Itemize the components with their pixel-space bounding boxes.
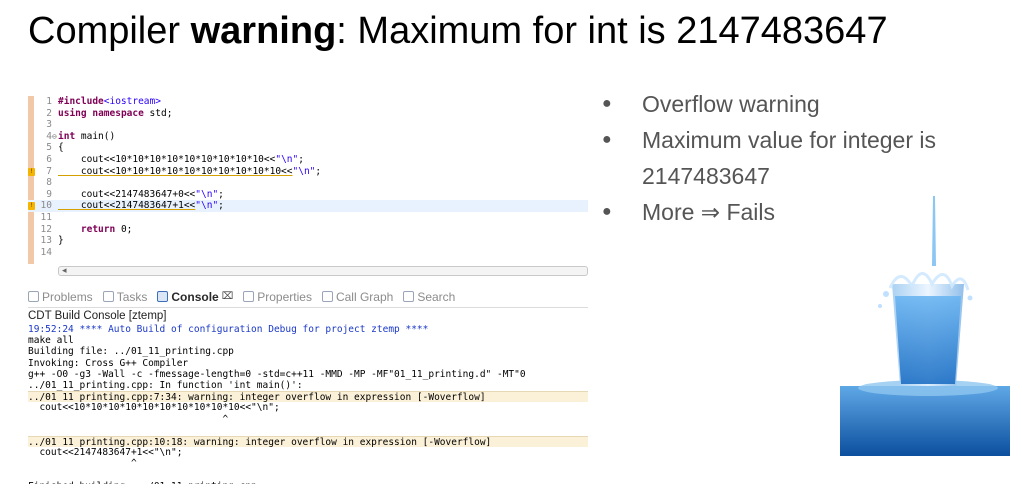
- code-line[interactable]: 10! cout<<2147483647+1<<"\n";: [28, 200, 588, 212]
- tasks-icon: [102, 291, 114, 302]
- tab-console-label: Console: [171, 289, 219, 304]
- code-text: cout<<10*10*10*10*10*10*10*10*10*10<<"\n…: [58, 165, 322, 177]
- tab-search[interactable]: Search: [403, 290, 455, 304]
- warning-icon[interactable]: !: [28, 167, 35, 176]
- code-line[interactable]: 6 cout<<10*10*10*10*10*10*10*10*10<<"\n"…: [28, 154, 588, 166]
- code-line[interactable]: 2 using namespace std;: [28, 108, 588, 120]
- line-number: 6: [46, 154, 52, 165]
- console-line: ../01_11_printing.cpp:10:18: warning: in…: [28, 435, 588, 448]
- water-glass-illustration: [840, 196, 1010, 456]
- code-text: cout<<2147483647+1<<"\n";: [58, 200, 224, 212]
- console-line: 19:52:24 **** Auto Build of configuratio…: [28, 324, 429, 335]
- console-line: Invoking: Cross G++ Compiler: [28, 357, 189, 369]
- code-line[interactable]: 13}: [28, 235, 588, 247]
- tab-properties[interactable]: Properties: [243, 290, 312, 304]
- tab-properties-label: Properties: [257, 289, 312, 304]
- console-line: cout<<10*10*10*10*10*10*10*10*10*10<<"\n…: [28, 402, 280, 414]
- code-line[interactable]: 1 #include<iostream>: [28, 96, 588, 108]
- line-number: 7: [46, 165, 52, 177]
- slide-title: Compiler warning: Maximum for int is 214…: [28, 10, 888, 53]
- scroll-left-icon[interactable]: ◂: [62, 265, 67, 276]
- title-bold: warning: [190, 10, 337, 52]
- console-icon: [157, 291, 169, 302]
- search-icon: [403, 291, 415, 302]
- line-number: 13: [40, 235, 52, 247]
- code-line[interactable]: 9 cout<<2147483647+0<<"\n";: [28, 189, 588, 201]
- horizontal-scrollbar[interactable]: ◂: [58, 265, 588, 276]
- line-number: 5: [46, 142, 52, 154]
- code-text: cout<<10*10*10*10*10*10*10*10*10<<"\n";: [58, 154, 304, 165]
- line-number: 11: [40, 212, 52, 223]
- code-editor[interactable]: 1 #include<iostream> 2 using namespace std;…: [28, 96, 588, 264]
- line-number: 1: [46, 96, 52, 107]
- code-line[interactable]: 4 ⊖ int main(): [28, 131, 588, 143]
- title-suffix: : Maximum for int is 2147483647: [336, 10, 888, 52]
- bullet-item: Maximum value for integer is 2147483647: [600, 122, 1010, 194]
- code-text: using namespace std;: [58, 107, 173, 119]
- problems-icon: [28, 291, 39, 302]
- console-line: ^: [28, 413, 229, 425]
- code-line[interactable]: 14: [28, 247, 588, 259]
- console-line: ../01_11_printing.cpp: In function 'int …: [28, 379, 303, 391]
- console-line: Building file: ../01_11_printing.cpp: [28, 346, 234, 358]
- code-line[interactable]: 5{: [28, 142, 588, 154]
- tab-search-label: Search: [417, 289, 456, 304]
- tab-tasks-label: Tasks: [116, 289, 148, 304]
- line-number: 4: [46, 130, 52, 142]
- line-number: 2: [46, 107, 52, 119]
- view-tabs: Problems Tasks Console ⌧ Properties Call …: [28, 286, 588, 308]
- tab-call-graph-label: Call Graph: [335, 289, 394, 304]
- code-text: return 0;: [80, 223, 133, 235]
- code-line[interactable]: 3: [28, 119, 588, 131]
- code-line[interactable]: 12 return 0;: [28, 224, 588, 236]
- code-text: cout<<2147483647+0<<"\n";: [58, 188, 224, 200]
- code-text: #include<iostream>: [58, 96, 161, 107]
- tab-problems[interactable]: Problems: [28, 290, 93, 304]
- close-icon[interactable]: ⌧: [222, 291, 234, 302]
- console-line: make all: [28, 335, 74, 347]
- console-output[interactable]: 19:52:24 **** Auto Build of configuratio…: [28, 324, 588, 484]
- warning-icon[interactable]: !: [28, 202, 35, 211]
- water-glass-image: [840, 196, 1010, 456]
- tab-tasks[interactable]: Tasks: [102, 289, 148, 304]
- bullet-item: Overflow warning: [600, 86, 1010, 122]
- line-number: 3: [46, 119, 52, 131]
- code-text: int main(): [58, 130, 116, 142]
- console-header: CDT Build Console [ztemp]: [28, 310, 167, 322]
- code-line[interactable]: 7! cout<<10*10*10*10*10*10*10*10*10*10<<…: [28, 166, 588, 178]
- code-line[interactable]: 8: [28, 177, 588, 189]
- ide-screenshot: 1 #include<iostream> 2 using namespace std;…: [28, 96, 588, 484]
- console-line: ../01_11_printing.cpp:7:34: warning: int…: [28, 391, 588, 403]
- code-text: {: [58, 142, 64, 154]
- console-line: ^: [28, 458, 137, 470]
- fold-icon[interactable]: ⊖: [52, 131, 57, 143]
- call-graph-icon: [321, 291, 333, 302]
- line-number: 12: [40, 223, 52, 235]
- title-prefix: Compiler: [28, 10, 191, 52]
- console-line: cout<<2147483647+1<<"\n";: [28, 447, 183, 459]
- code-text: }: [58, 235, 64, 247]
- console-line: Finished building: ../01_11_printing.cpp: [28, 481, 588, 484]
- line-number: 8: [46, 177, 52, 189]
- line-number: 10: [40, 200, 52, 212]
- code-line[interactable]: 11: [28, 212, 588, 224]
- line-number: 9: [46, 188, 52, 200]
- tab-call-graph[interactable]: Call Graph: [321, 289, 394, 304]
- properties-icon: [243, 291, 255, 302]
- console-line: g++ -O0 -g3 -Wall -c -fmessage-length=0 …: [28, 368, 526, 380]
- line-number: 14: [40, 246, 52, 258]
- tab-console[interactable]: Console ⌧: [157, 290, 233, 304]
- tab-problems-label: Problems: [42, 289, 93, 304]
